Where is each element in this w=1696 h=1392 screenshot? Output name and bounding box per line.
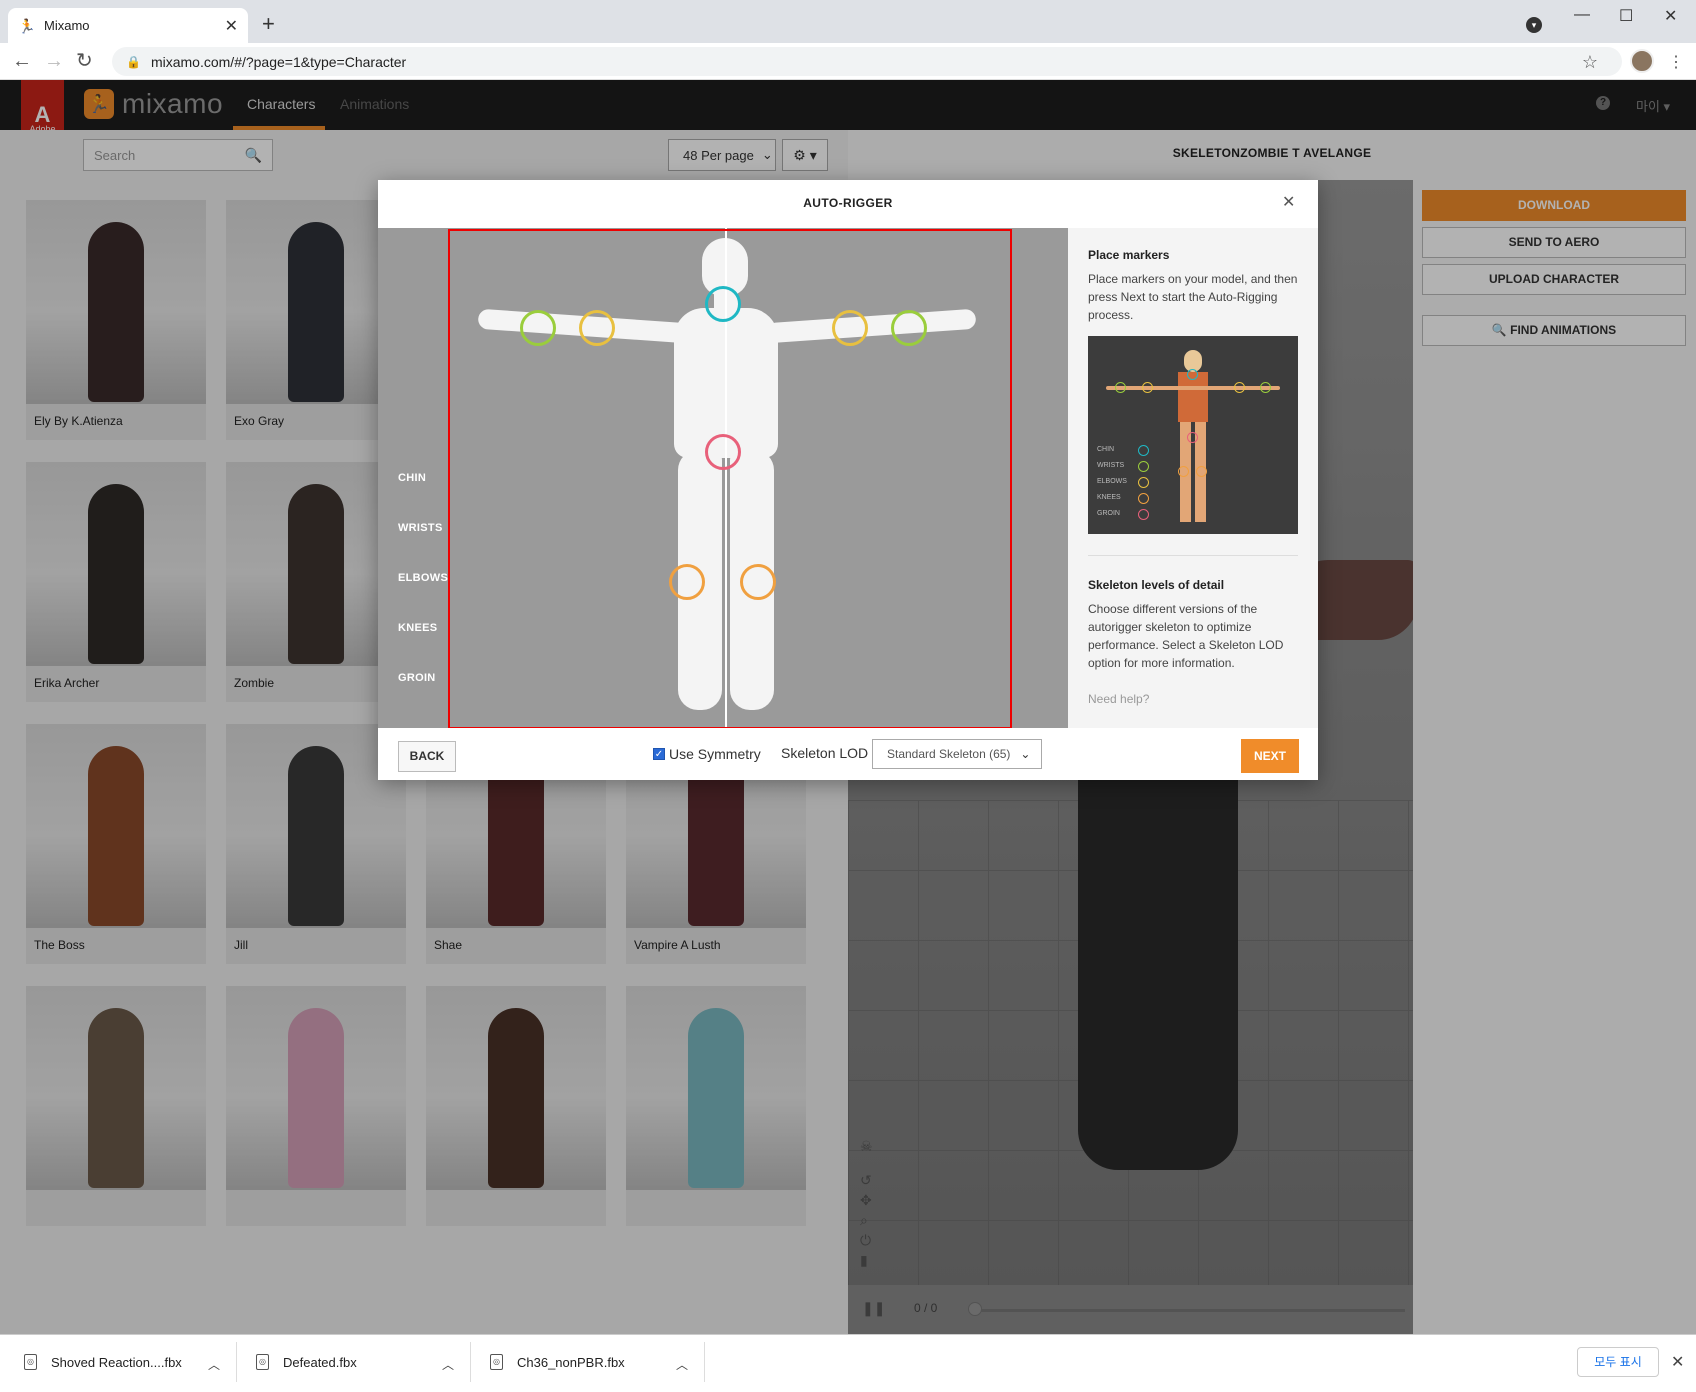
preview-legend-elbows	[1138, 477, 1149, 488]
show-all-downloads-button[interactable]: 모두 표시	[1577, 1347, 1659, 1377]
maximize-icon[interactable]: ☐	[1619, 6, 1633, 26]
skeleton-lod-heading: Skeleton levels of detail	[1088, 578, 1225, 592]
auto-rigger-modal: AUTO-RIGGER ✕ CHIN WRISTS ELBOWS KNEES G…	[378, 180, 1318, 780]
place-markers-heading: Place markers	[1088, 248, 1170, 262]
preview-label-elbows: ELBOWS	[1097, 478, 1127, 485]
minimize-icon[interactable]: —	[1574, 6, 1590, 24]
close-window-icon[interactable]: ✕	[1664, 6, 1677, 26]
new-tab-icon[interactable]: +	[262, 13, 275, 35]
browser-tab[interactable]: 🏃 Mixamo ✕	[8, 8, 248, 43]
download-filename: Ch36_nonPBR.fbx	[517, 1354, 625, 1370]
skeleton-lod-label: Skeleton LOD	[781, 745, 869, 761]
divider	[704, 1342, 705, 1382]
preview-marker-chin	[1187, 369, 1198, 380]
preview-legend-groin	[1138, 509, 1149, 520]
divider	[470, 1342, 471, 1382]
lock-icon: 🔒	[126, 54, 141, 69]
skeleton-lod-text: Choose different versions of the autorig…	[1088, 602, 1284, 670]
label-elbows: ELBOWS	[398, 572, 449, 584]
preview-legend-knees	[1138, 493, 1149, 504]
preview-marker-wrist-right	[1115, 382, 1126, 393]
address-bar[interactable]: 🔒 mixamo.com/#/?page=1&type=Character ☆	[112, 47, 1622, 76]
label-knees: KNEES	[398, 622, 438, 634]
preview-marker-wrist-left	[1260, 382, 1271, 393]
download-item-3[interactable]: ◎ Ch36_nonPBR.fbx	[490, 1354, 625, 1370]
marker-area-frame	[448, 229, 1012, 729]
forward-arrow-icon[interactable]: →	[44, 49, 64, 73]
browser-toolbar: ← → ↻ 🔒 mixamo.com/#/?page=1&type=Charac…	[0, 43, 1696, 80]
chevron-up-icon[interactable]: ︿	[676, 1356, 688, 1373]
profile-avatar[interactable]	[1630, 49, 1654, 73]
need-help-link[interactable]: Need help?	[1088, 692, 1149, 706]
preview-legend-wrists	[1138, 461, 1149, 472]
chevron-down-icon: ⌄	[1020, 747, 1031, 761]
preview-marker-knee-right	[1178, 466, 1189, 477]
modal-title: AUTO-RIGGER	[803, 196, 893, 210]
preview-label-wrists: WRISTS	[1097, 462, 1125, 469]
mixamo-favicon-icon: 🏃	[18, 17, 36, 34]
label-wrists: WRISTS	[398, 522, 443, 534]
marker-preview-image: CHIN WRISTS ELBOWS KNEES GROIN	[1088, 336, 1298, 534]
tab-search-icon[interactable]: ▾	[1526, 17, 1542, 33]
file-icon: ◎	[24, 1354, 37, 1370]
back-button[interactable]: BACK	[398, 741, 456, 772]
download-item-2[interactable]: ◎ Defeated.fbx	[256, 1354, 357, 1370]
skeleton-lod-value: Standard Skeleton (65)	[887, 747, 1011, 761]
place-markers-text: Place markers on your model, and then pr…	[1088, 272, 1298, 322]
divider	[236, 1342, 237, 1382]
download-filename: Shoved Reaction....fbx	[51, 1354, 182, 1370]
preview-marker-knee-left	[1196, 466, 1207, 477]
download-filename: Defeated.fbx	[283, 1354, 357, 1370]
next-button[interactable]: NEXT	[1241, 739, 1299, 773]
reload-icon[interactable]: ↻	[76, 49, 93, 73]
preview-label-knees: KNEES	[1097, 494, 1121, 501]
preview-label-groin: GROIN	[1097, 510, 1120, 517]
chevron-up-icon[interactable]: ︿	[442, 1356, 454, 1373]
browser-tabstrip	[0, 0, 1696, 43]
preview-legend-chin	[1138, 445, 1149, 456]
label-groin: GROIN	[398, 672, 436, 684]
bookmark-star-icon[interactable]: ☆	[1582, 52, 1598, 73]
back-arrow-icon[interactable]: ←	[12, 49, 32, 73]
checkbox-checked-icon[interactable]: ✓	[653, 748, 665, 760]
browser-menu-icon[interactable]: ⋮	[1668, 52, 1684, 72]
file-icon: ◎	[490, 1354, 503, 1370]
skeleton-lod-select[interactable]: Standard Skeleton (65) ⌄	[872, 739, 1042, 769]
tab-title: Mixamo	[44, 18, 90, 33]
preview-marker-elbow-right	[1142, 382, 1153, 393]
file-icon: ◎	[256, 1354, 269, 1370]
preview-marker-groin	[1187, 432, 1198, 443]
use-symmetry-label: Use Symmetry	[669, 746, 761, 762]
chevron-up-icon[interactable]: ︿	[208, 1356, 220, 1373]
use-symmetry-checkbox[interactable]: ✓ Use Symmetry	[653, 746, 761, 762]
preview-label-chin: CHIN	[1097, 446, 1115, 453]
modal-backdrop-header	[0, 80, 1696, 130]
tab-close-icon[interactable]: ✕	[225, 16, 238, 36]
url-text: mixamo.com/#/?page=1&type=Character	[150, 53, 407, 70]
panel-divider	[1088, 555, 1298, 556]
label-chin: CHIN	[398, 472, 427, 484]
preview-marker-elbow-left	[1234, 382, 1245, 393]
downloads-bar	[0, 1334, 1696, 1392]
close-downloads-icon[interactable]: ✕	[1671, 1352, 1684, 1372]
download-item-1[interactable]: ◎ Shoved Reaction....fbx	[24, 1354, 182, 1370]
close-icon[interactable]: ✕	[1282, 192, 1295, 212]
preview-arms	[1106, 386, 1280, 390]
